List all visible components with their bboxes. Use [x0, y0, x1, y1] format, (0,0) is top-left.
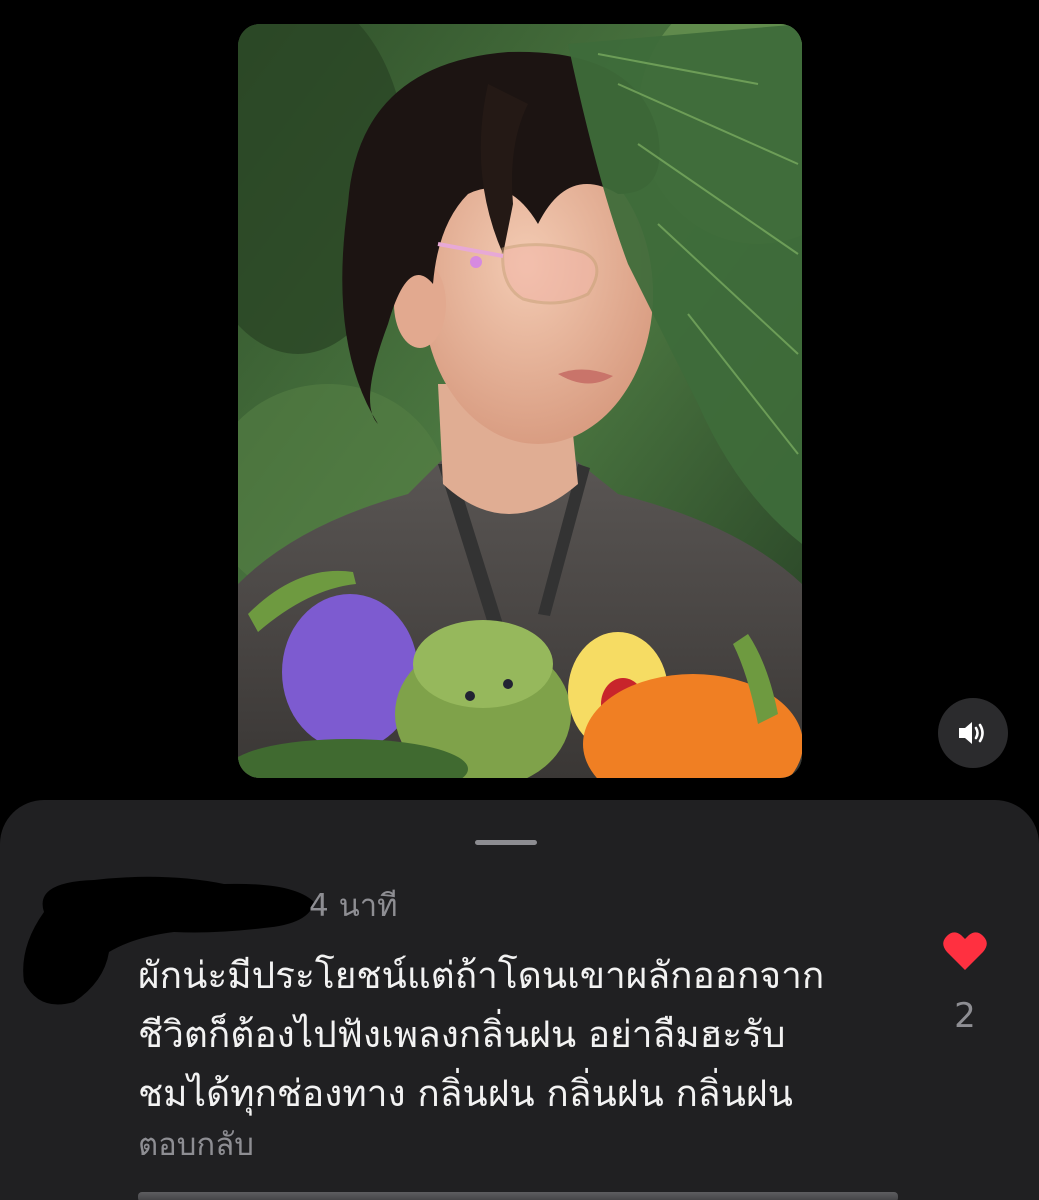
post-photo[interactable] — [238, 24, 802, 778]
sheet-drag-handle[interactable] — [475, 840, 537, 845]
comment-text: ผักน่ะมีประโยชน์แต่ถ้าโดนเขาผลักออกจาก ช… — [138, 946, 928, 1123]
speaker-icon — [959, 722, 984, 744]
comment-line: ผักน่ะมีประโยชน์แต่ถ้าโดนเขาผลักออกจาก — [138, 954, 825, 997]
reply-button[interactable]: ตอบกลับ — [138, 1124, 254, 1166]
comment-line: ชมได้ทุกช่องทาง กลิ่นฝน กลิ่นฝน กลิ่นฝน — [138, 1072, 793, 1115]
like-count: 2 — [954, 996, 976, 1036]
comment-timestamp: 4 นาที — [309, 888, 398, 924]
screen: 4 นาที ผักน่ะมีประโยชน์แต่ถ้าโดนเขาผลักอ… — [0, 0, 1039, 1200]
sound-toggle-button[interactable] — [938, 698, 1008, 768]
heart-icon[interactable] — [942, 930, 988, 972]
comment-line: ชีวิตก็ต้องไปฟังเพลงกลิ่นฝน อย่าลืมฮะรับ — [138, 1013, 786, 1056]
next-comment-peek — [138, 1192, 898, 1200]
comments-sheet: 4 นาที ผักน่ะมีประโยชน์แต่ถ้าโดนเขาผลักอ… — [0, 800, 1039, 1200]
photo-illustration — [238, 24, 802, 778]
